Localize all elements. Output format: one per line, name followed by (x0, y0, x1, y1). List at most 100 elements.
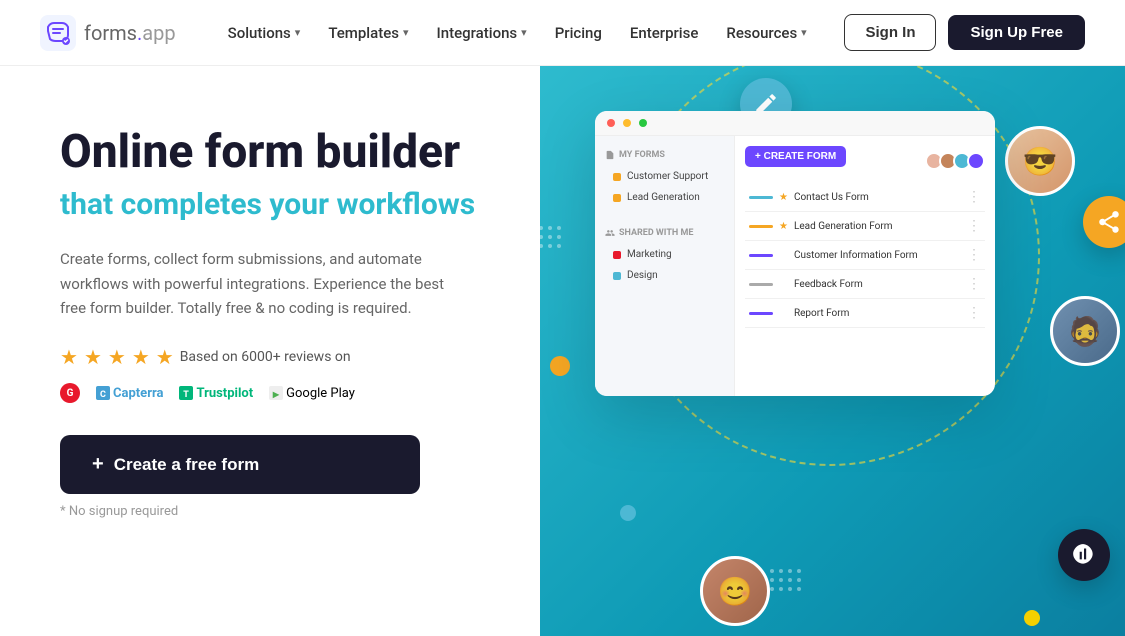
form-item-3: ★ Customer Information Form ⋮ (745, 241, 985, 270)
form-name-4: Feedback Form (794, 279, 863, 290)
nav-templates[interactable]: Templates ▾ (316, 16, 420, 50)
hero-section: Online form builder that completes your … (0, 66, 540, 636)
chevron-down-icon: ▾ (521, 26, 527, 39)
form-bar-1 (749, 196, 773, 199)
nav-links: Solutions ▾ Templates ▾ Integrations ▾ P… (216, 16, 845, 50)
create-form-mockup-btn[interactable]: + CREATE FORM (745, 146, 846, 167)
chevron-down-icon: ▾ (295, 26, 301, 39)
form-item-1-left: ★ Contact Us Form (749, 192, 869, 203)
gplay-icon: ▶ (269, 386, 283, 400)
hero-title: Online form builder (60, 126, 500, 179)
star-1: ★ (60, 345, 78, 369)
more-menu-4[interactable]: ⋮ (967, 276, 981, 292)
color-dot (613, 272, 621, 280)
nav-actions: Sign In Sign Up Free (844, 14, 1085, 51)
more-menu-5[interactable]: ⋮ (967, 305, 981, 321)
trustpilot-icon: T (179, 386, 193, 400)
navbar: forms.app Solutions ▾ Templates ▾ Integr… (0, 0, 1125, 66)
create-form-button[interactable]: + Create a free form (60, 435, 420, 494)
my-forms-section: MY FORMS Customer Support Lead Generatio… (595, 146, 734, 212)
star-5: ★ (156, 345, 174, 369)
form-name-1: Contact Us Form (794, 192, 869, 203)
star-rating: ★ ★ ★ ★ ★ Based on 6000+ reviews on (60, 345, 500, 369)
trust-badges: G C Capterra T Trustpilot ▶ Google Play (60, 383, 500, 403)
star-icon-4: ★ (779, 279, 788, 290)
avatar-right: 🧔 (1050, 296, 1120, 366)
form-bar-4 (749, 283, 773, 286)
accent-dot-blue (620, 505, 636, 521)
signup-button[interactable]: Sign Up Free (948, 15, 1085, 50)
mockup-sidebar: MY FORMS Customer Support Lead Generatio… (595, 136, 735, 396)
star-icon-1: ★ (779, 192, 788, 203)
no-signup-text: * No signup required (60, 504, 500, 519)
form-bar-3 (749, 254, 773, 257)
g2-icon: G (60, 383, 80, 403)
user-avatars (929, 152, 985, 170)
visual-section: 😎 👋 🧔 😊 (540, 66, 1125, 636)
more-menu-1[interactable]: ⋮ (967, 189, 981, 205)
avatar-top-face: 😎 (1008, 129, 1072, 193)
form-item-4: ★ Feedback Form ⋮ (745, 270, 985, 299)
my-forms-label: MY FORMS (605, 150, 724, 160)
form-name-3: Customer Information Form (794, 250, 918, 261)
nav-integrations[interactable]: Integrations ▾ (425, 16, 539, 50)
sidebar-design[interactable]: Design (605, 265, 724, 286)
window-maximize-dot (639, 119, 647, 127)
chart-icon-float (1058, 529, 1110, 581)
share-icon-float (1083, 196, 1125, 248)
signin-button[interactable]: Sign In (844, 14, 936, 51)
logo-icon (40, 15, 76, 51)
capterra-badge: C Capterra (96, 386, 163, 401)
logo[interactable]: forms.app (40, 15, 176, 51)
gplay-badge: ▶ Google Play (269, 386, 355, 401)
window-close-dot (607, 119, 615, 127)
form-item-2: ★ Lead Generation Form ⋮ (745, 212, 985, 241)
dots-pattern-top (540, 226, 561, 253)
hero-description: Create forms, collect form submissions, … (60, 247, 450, 321)
main-content: Online form builder that completes your … (0, 66, 1125, 636)
nav-pricing[interactable]: Pricing (543, 16, 614, 50)
hero-subtitle: that completes your workflows (60, 187, 500, 223)
form-item-5: ★ Report Form ⋮ (745, 299, 985, 328)
accent-dot-yellow2 (550, 356, 570, 376)
star-2: ★ (84, 345, 102, 369)
mini-avatar-4 (967, 152, 985, 170)
form-item-2-left: ★ Lead Generation Form (749, 221, 892, 232)
form-name-5: Report Form (794, 308, 849, 319)
nav-resources[interactable]: Resources ▾ (714, 16, 818, 50)
create-form-label: Create a free form (114, 455, 260, 475)
star-icon-3: ★ (779, 250, 788, 261)
reviews-text: Based on 6000+ reviews on (180, 349, 351, 365)
trustpilot-label: Trustpilot (196, 386, 253, 401)
form-item-1: ★ Contact Us Form ⋮ (745, 183, 985, 212)
svg-text:C: C (100, 390, 106, 400)
form-name-2: Lead Generation Form (794, 221, 893, 232)
mockup-header (595, 111, 995, 136)
window-minimize-dot (623, 119, 631, 127)
color-dot (613, 194, 621, 202)
form-bar-2 (749, 225, 773, 228)
nav-solutions[interactable]: Solutions ▾ (216, 16, 313, 50)
logo-text: forms.app (84, 21, 176, 45)
star-4: ★ (132, 345, 150, 369)
sidebar-customer-support[interactable]: Customer Support (605, 166, 724, 187)
app-mockup: MY FORMS Customer Support Lead Generatio… (595, 111, 995, 396)
nav-enterprise[interactable]: Enterprise (618, 16, 710, 50)
sidebar-marketing[interactable]: Marketing (605, 244, 724, 265)
star-3: ★ (108, 345, 126, 369)
shared-with-me-section: SHARED WITH ME Marketing Design (595, 224, 734, 290)
chevron-down-icon: ▾ (403, 26, 409, 39)
sidebar-lead-generation[interactable]: Lead Generation (605, 187, 724, 208)
more-menu-3[interactable]: ⋮ (967, 247, 981, 263)
shared-with-me-label: SHARED WITH ME (605, 228, 724, 238)
more-menu-2[interactable]: ⋮ (967, 218, 981, 234)
form-bar-5 (749, 312, 773, 315)
color-dot (613, 173, 621, 181)
mockup-main-content: + CREATE FORM ★ Contact (735, 136, 995, 396)
dots-pattern-bottom (770, 569, 801, 596)
g2-badge: G (60, 383, 80, 403)
star-icon-5: ★ (779, 308, 788, 319)
svg-text:▶: ▶ (272, 390, 280, 399)
star-icon-2: ★ (779, 221, 788, 232)
plus-icon: + (92, 453, 104, 476)
